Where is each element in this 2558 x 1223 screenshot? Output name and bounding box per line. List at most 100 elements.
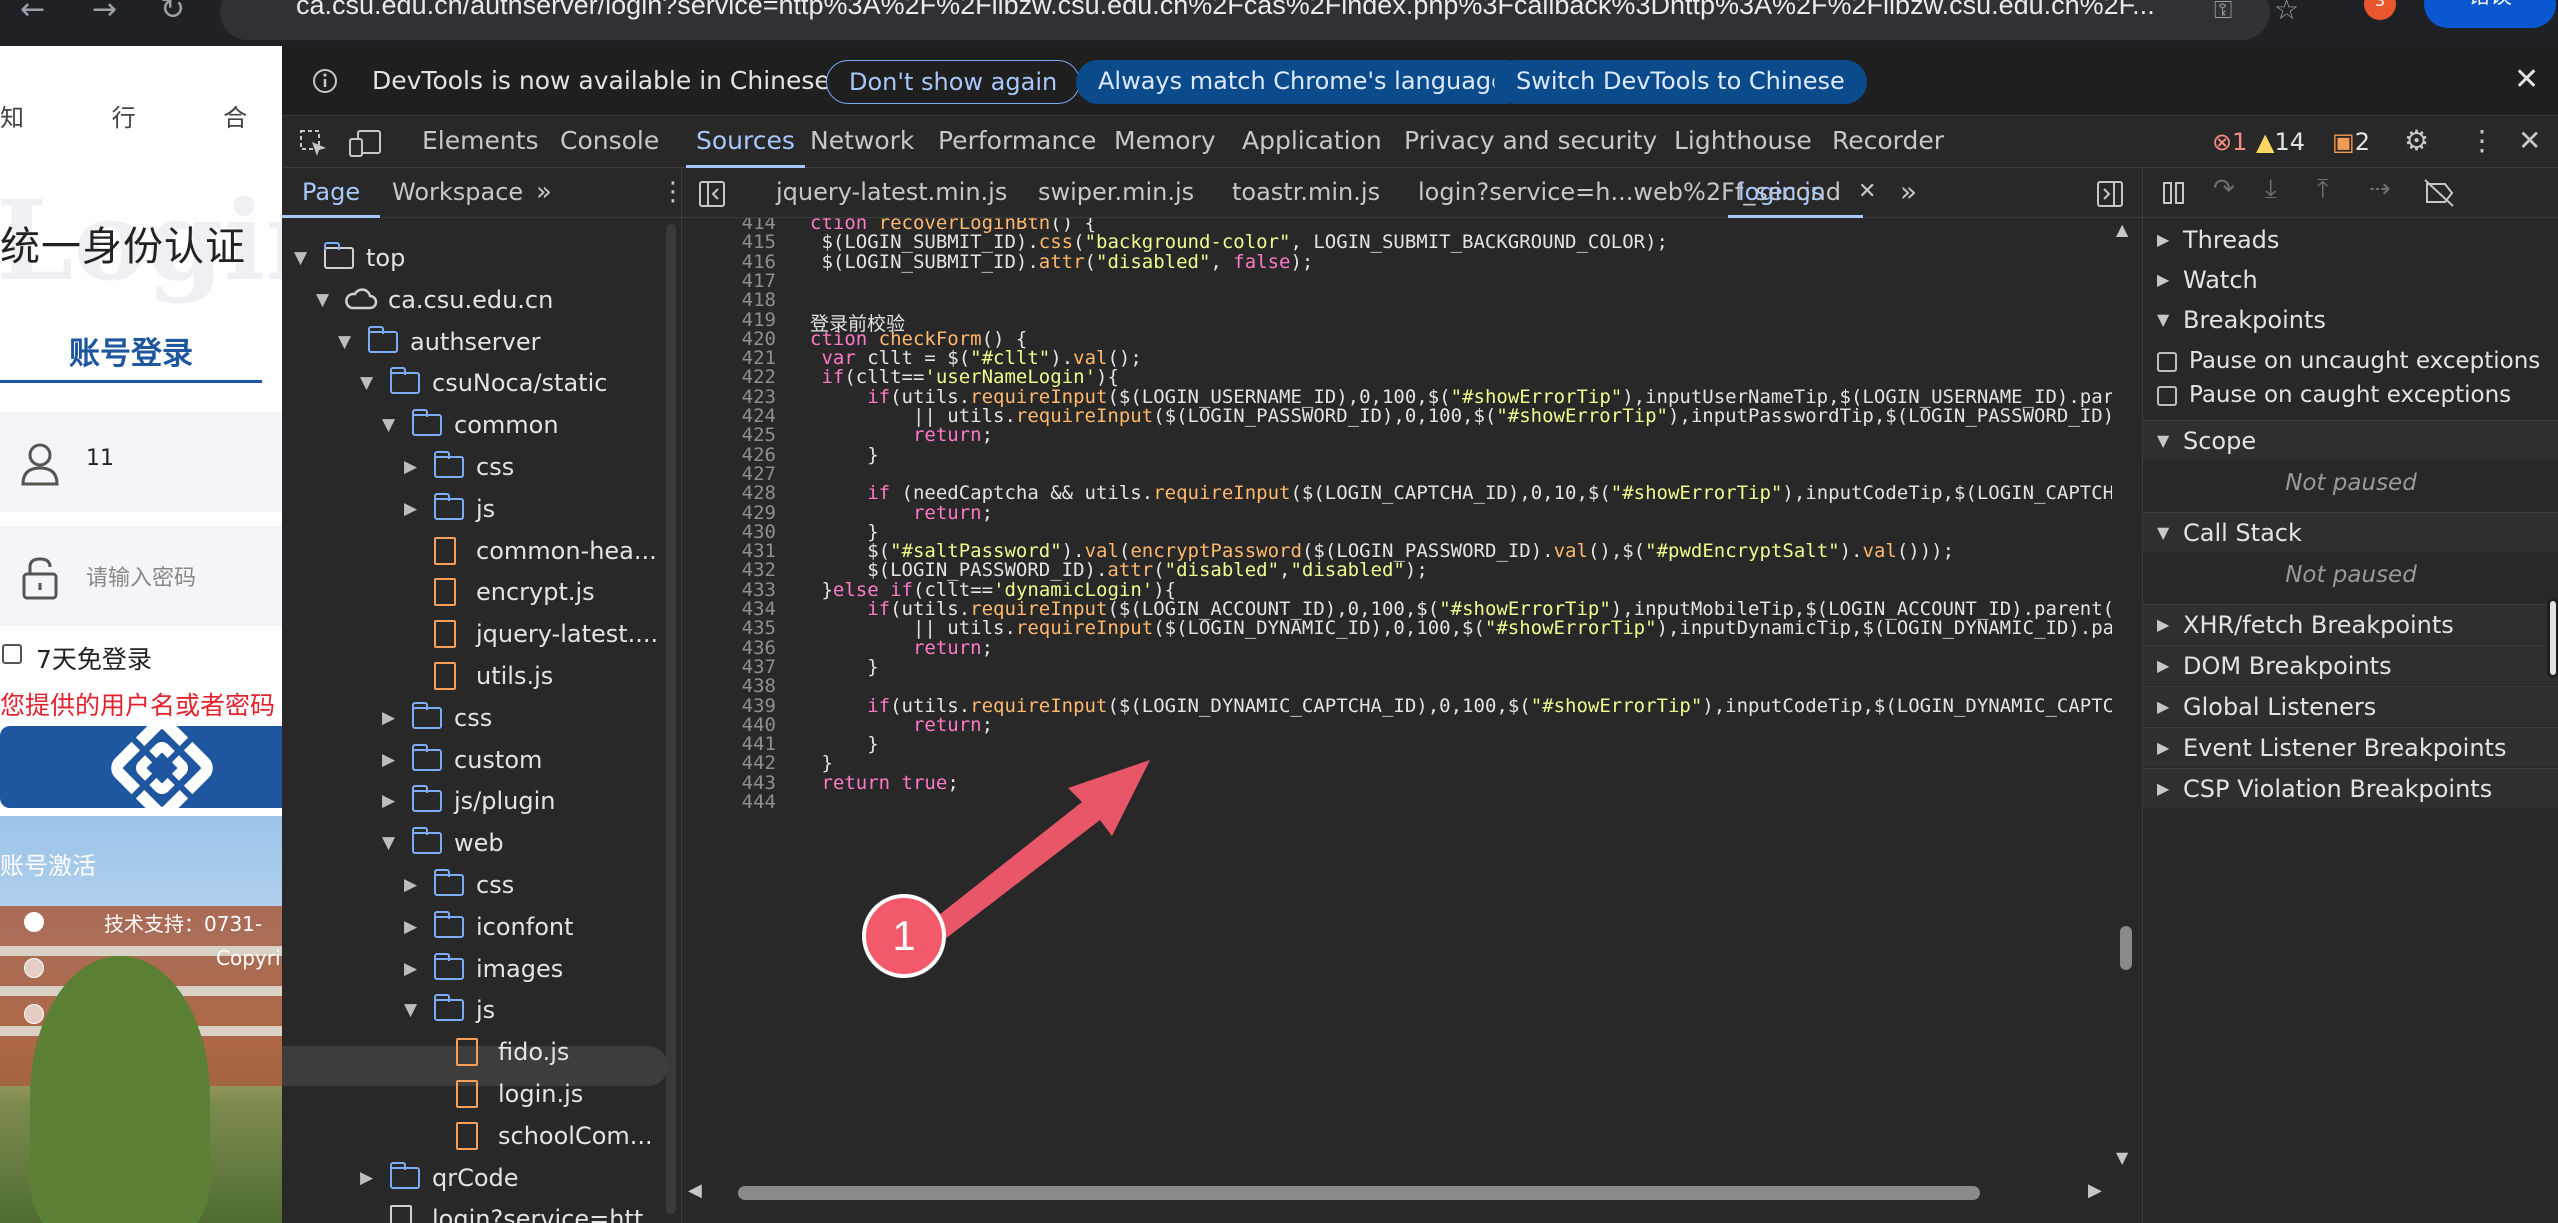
tree-file-item[interactable]: schoolCom... bbox=[282, 1116, 662, 1156]
tree-folder-item[interactable]: ▼ common bbox=[282, 405, 662, 445]
tree-item-label[interactable]: common-hea... bbox=[476, 531, 657, 571]
event-listener-breakpoints-section[interactable]: ▶ Event Listener Breakpoints bbox=[2143, 727, 2558, 767]
tree-folder-item[interactable]: ▶ css bbox=[282, 447, 662, 487]
tree-item-label[interactable]: csuNoca/static bbox=[432, 363, 607, 403]
breakpoints-section[interactable]: ▼ Breakpoints bbox=[2143, 300, 2558, 340]
tree-item-label[interactable]: fido.js bbox=[498, 1032, 569, 1072]
forward-icon[interactable]: → bbox=[92, 0, 117, 25]
pause-uncaught-checkbox[interactable] bbox=[2157, 352, 2177, 372]
dom-breakpoints-section[interactable]: ▶ DOM Breakpoints bbox=[2143, 645, 2558, 685]
tree-folder-item[interactable]: ▶ iconfont bbox=[282, 907, 662, 947]
tree-folder-item[interactable]: ▶ css bbox=[282, 698, 662, 738]
dont-show-again-button[interactable]: Don't show again bbox=[826, 60, 1081, 104]
tab-application[interactable]: Application bbox=[1242, 116, 1382, 168]
tree-item-label[interactable]: web bbox=[454, 823, 504, 863]
tree-folder-item[interactable]: ▼ js bbox=[282, 990, 662, 1030]
close-infobar-icon[interactable]: ✕ bbox=[2514, 62, 2539, 97]
code-line[interactable]: } bbox=[810, 444, 878, 466]
tree-item-label[interactable]: css bbox=[476, 865, 514, 905]
step-over-icon[interactable]: ↷ bbox=[2213, 174, 2235, 204]
scroll-right-icon[interactable]: ▶ bbox=[2088, 1180, 2102, 1201]
tree-folder-item[interactable]: ▼ top bbox=[282, 238, 662, 278]
code-line[interactable]: if(utils.requireInput($(LOGIN_DYNAMIC_CA… bbox=[810, 695, 2112, 717]
editor-tab-jquery[interactable]: jquery-latest.min.js bbox=[776, 168, 1007, 218]
close-devtools-icon[interactable]: ✕ bbox=[2518, 124, 2541, 157]
tree-file-item[interactable]: login.js bbox=[282, 1074, 662, 1114]
deactivate-breakpoints-icon[interactable] bbox=[2423, 178, 2455, 208]
pause-caught-label[interactable]: Pause on caught exceptions bbox=[2189, 378, 2511, 412]
collapse-arrow-icon[interactable]: ▼ bbox=[360, 363, 373, 403]
collapse-arrow-icon[interactable]: ▼ bbox=[404, 990, 417, 1030]
tree-item-label[interactable]: ca.csu.edu.cn bbox=[388, 280, 553, 320]
collapse-arrow-icon[interactable]: ▼ bbox=[382, 823, 395, 863]
scroll-down-icon[interactable]: ▼ bbox=[2116, 1148, 2128, 1167]
navigator-scrollbar[interactable] bbox=[666, 224, 676, 1214]
code-line[interactable]: || utils.requireInput($(LOGIN_DYNAMIC_ID… bbox=[810, 617, 2112, 639]
warning-count-badge[interactable]: ▲14 bbox=[2256, 128, 2305, 156]
password-placeholder[interactable]: 请输入密码 bbox=[86, 560, 196, 592]
editor-tab-toastr[interactable]: toastr.min.js bbox=[1232, 168, 1380, 218]
login-button[interactable] bbox=[0, 717, 282, 819]
pause-uncaught-row[interactable]: Pause on uncaught exceptions bbox=[2143, 344, 2558, 378]
tree-item-label[interactable]: js bbox=[476, 489, 495, 529]
carousel-dot[interactable] bbox=[24, 912, 44, 932]
tab-sources[interactable]: Sources bbox=[686, 116, 805, 168]
code-area[interactable]: 414 ction recoverLoginBtn() {415 $(LOGIN_… bbox=[682, 218, 2112, 1173]
tree-item-label[interactable]: login?service=htt... bbox=[432, 1199, 666, 1223]
carousel-dot[interactable] bbox=[24, 958, 44, 978]
tree-file-item[interactable]: jquery-latest.... bbox=[282, 614, 662, 654]
code-line[interactable]: if (needCaptcha && utils.requireInput($(… bbox=[810, 482, 2112, 504]
tab-elements[interactable]: Elements bbox=[422, 116, 539, 168]
tree-folder-item[interactable]: ▼ authserver bbox=[282, 322, 662, 362]
editor-tab-login-js[interactable]: login.js bbox=[1728, 168, 1864, 218]
tree-item-label[interactable]: common bbox=[454, 405, 559, 445]
tree-file-item[interactable]: encrypt.js bbox=[282, 572, 662, 612]
tree-item-label[interactable]: top bbox=[366, 238, 405, 278]
pause-caught-checkbox[interactable] bbox=[2157, 386, 2177, 406]
scope-section[interactable]: ▼ Scope bbox=[2143, 420, 2558, 460]
tree-item-label[interactable]: js/plugin bbox=[454, 781, 555, 821]
expand-arrow-icon[interactable]: ▶ bbox=[382, 698, 395, 738]
always-match-language-button[interactable]: Always match Chrome's language bbox=[1076, 60, 1528, 104]
csp-violation-breakpoints-section[interactable]: ▶ CSP Violation Breakpoints bbox=[2143, 768, 2558, 808]
expand-arrow-icon[interactable]: ▶ bbox=[404, 489, 417, 529]
editor-horizontal-scrollbar[interactable]: ◀ ▶ bbox=[682, 1178, 2112, 1208]
tree-folder-item[interactable]: ▶ js/plugin bbox=[282, 781, 662, 821]
tree-item-label[interactable]: utils.js bbox=[476, 656, 553, 696]
settings-gear-icon[interactable]: ⚙ bbox=[2404, 124, 2429, 157]
expand-arrow-icon[interactable]: ▶ bbox=[382, 740, 395, 780]
pause-caught-row[interactable]: Pause on caught exceptions bbox=[2143, 378, 2558, 412]
vertical-scroll-thumb[interactable] bbox=[2120, 926, 2132, 970]
expand-arrow-icon[interactable]: ▶ bbox=[404, 447, 417, 487]
expand-arrow-icon[interactable]: ▶ bbox=[404, 949, 417, 989]
tab-workspace[interactable]: Workspace bbox=[392, 168, 523, 218]
tree-folder-item[interactable]: ▶ js bbox=[282, 489, 662, 529]
tree-item-label[interactable]: js bbox=[476, 990, 495, 1030]
issues-count-badge[interactable]: ▣2 bbox=[2332, 128, 2370, 156]
pause-uncaught-label[interactable]: Pause on uncaught exceptions bbox=[2189, 344, 2540, 378]
tab-privacy-security[interactable]: Privacy and security bbox=[1404, 116, 1657, 168]
editor-vertical-scrollbar[interactable]: ▲ ▼ bbox=[2114, 218, 2140, 1173]
password-field[interactable]: 请输入密码 bbox=[0, 526, 282, 626]
tree-item-label[interactable]: authserver bbox=[410, 322, 541, 362]
tab-performance[interactable]: Performance bbox=[938, 116, 1096, 168]
carousel-dot[interactable] bbox=[24, 1004, 44, 1024]
tree-folder-item[interactable]: ▼ ca.csu.edu.cn bbox=[282, 280, 662, 320]
remember-checkbox[interactable] bbox=[2, 644, 22, 664]
tree-item-label[interactable]: images bbox=[476, 949, 563, 989]
device-toolbar-icon[interactable] bbox=[348, 128, 382, 158]
tree-item-label[interactable]: encrypt.js bbox=[476, 572, 595, 612]
collapse-arrow-icon[interactable]: ▼ bbox=[382, 405, 395, 445]
url-text[interactable]: ca.csu.edu.cn/authserver/login?service=h… bbox=[296, 0, 2155, 21]
line-number[interactable]: 444 bbox=[682, 791, 776, 813]
code-line[interactable]: } bbox=[810, 656, 878, 678]
tab-lighthouse[interactable]: Lighthouse bbox=[1674, 116, 1812, 168]
tree-item-label[interactable]: login.js bbox=[498, 1074, 583, 1114]
more-options-icon[interactable]: ⋮ bbox=[2468, 124, 2496, 157]
tab-memory[interactable]: Memory bbox=[1114, 116, 1216, 168]
code-line[interactable]: || utils.requireInput($(LOGIN_PASSWORD_I… bbox=[810, 405, 2112, 427]
tree-item-label[interactable]: css bbox=[476, 447, 514, 487]
tab-account-login[interactable]: 账号登录 bbox=[0, 328, 262, 373]
code-line[interactable]: $(LOGIN_SUBMIT_ID).attr("disabled", fals… bbox=[810, 251, 1313, 273]
expand-arrow-icon[interactable]: ▶ bbox=[404, 907, 417, 947]
